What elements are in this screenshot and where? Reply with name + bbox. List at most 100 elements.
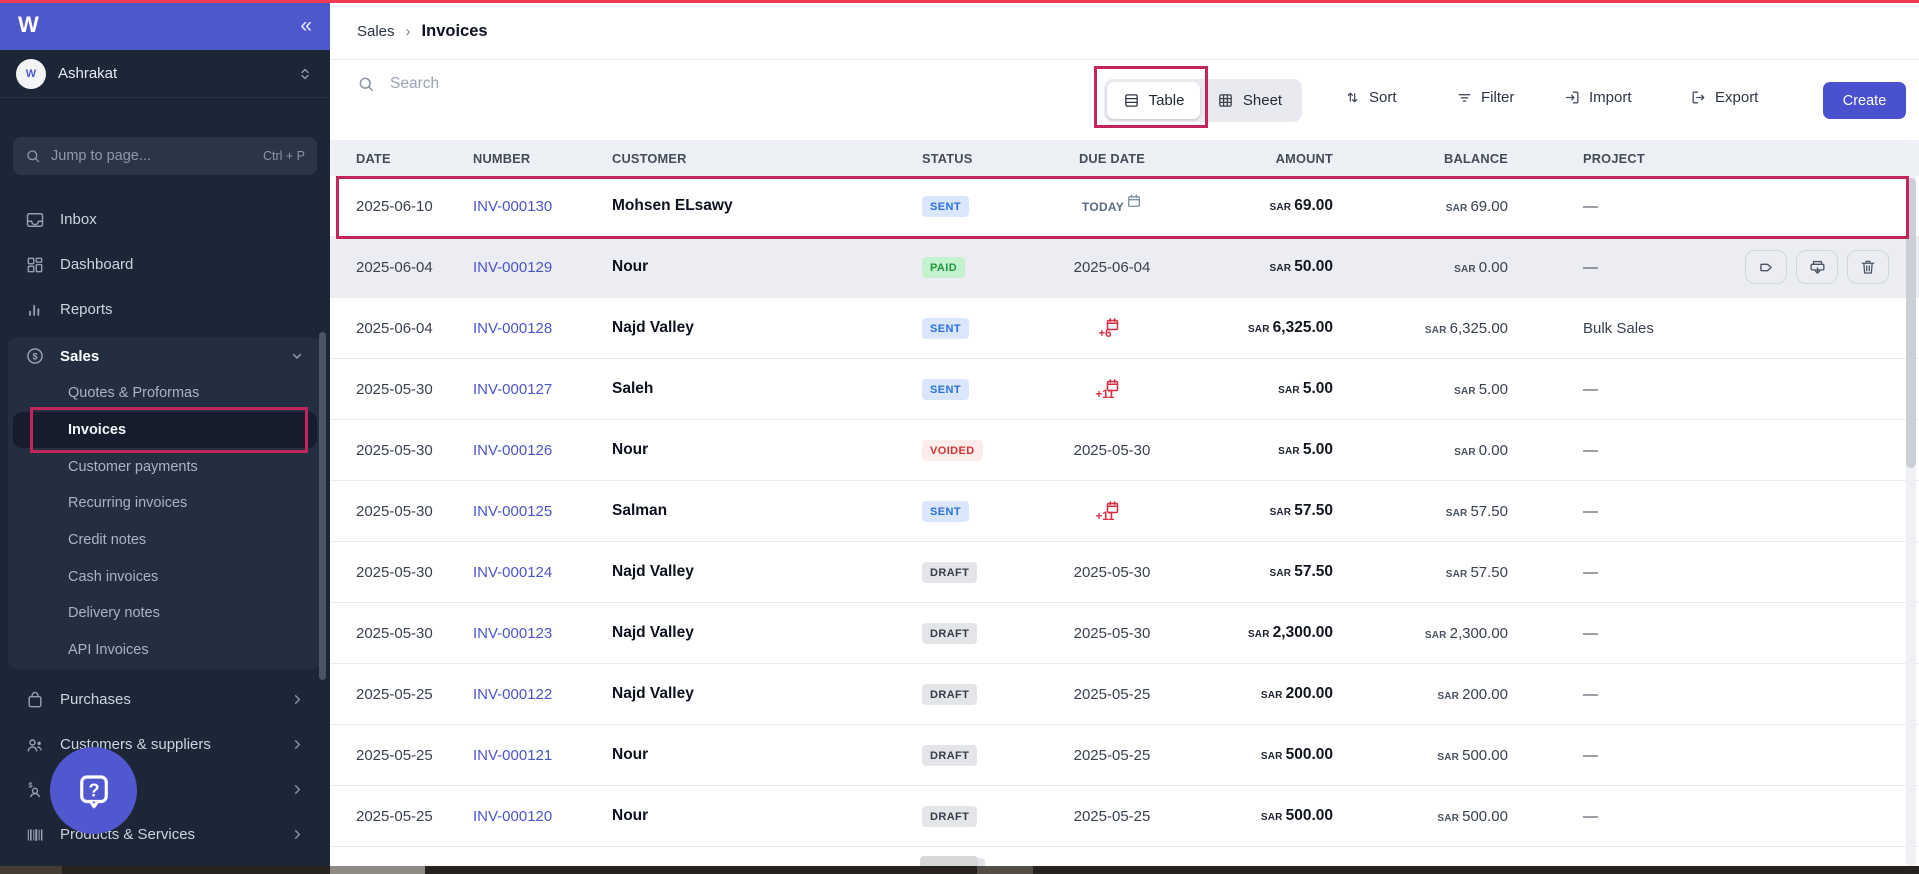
invoice-balance: SAR57.50 bbox=[1333, 503, 1508, 520]
sidebar-header: W « bbox=[0, 0, 330, 50]
sidebar-item-purchases[interactable]: Purchases bbox=[8, 677, 322, 722]
invoice-amount: SAR57.50 bbox=[1172, 563, 1333, 581]
sidebar-subitem-delivery-notes[interactable]: Delivery notes bbox=[13, 595, 317, 632]
search-placeholder: Search bbox=[390, 75, 439, 93]
table-row[interactable]: 2025-06-10 INV-000130 Mohsen ELsawy SENT… bbox=[330, 176, 1919, 237]
jump-to-page-input[interactable]: Jump to page... Ctrl + P bbox=[13, 137, 317, 175]
avatar: W bbox=[16, 59, 46, 89]
main-content: Sales › Invoices Search Table Sheet bbox=[330, 3, 1919, 874]
import-button[interactable]: Import bbox=[1564, 89, 1632, 106]
create-button[interactable]: Create bbox=[1823, 82, 1906, 119]
print-download-button[interactable] bbox=[1796, 250, 1838, 284]
sidebar-subitem-api-invoices[interactable]: API Invoices bbox=[13, 632, 317, 669]
svg-text:$: $ bbox=[32, 351, 37, 361]
view-sheet-button[interactable]: Sheet bbox=[1200, 82, 1299, 119]
table-row[interactable]: 2025-05-30 INV-000127 Saleh SENT +11 SAR… bbox=[330, 359, 1919, 420]
invoice-number-link[interactable]: INV-000129 bbox=[473, 259, 612, 276]
chevron-down-icon bbox=[289, 348, 305, 364]
sidebar-item-customers-suppliers[interactable]: Customers & suppliers bbox=[8, 722, 322, 767]
invoice-number-link[interactable]: INV-000124 bbox=[473, 564, 612, 581]
horizontal-scrollbar-thumb[interactable] bbox=[920, 856, 978, 866]
invoice-number-link[interactable]: INV-000122 bbox=[473, 686, 612, 703]
invoice-amount: SAR2,300.00 bbox=[1172, 624, 1333, 642]
sidebar-scrollbar-thumb[interactable] bbox=[319, 332, 326, 680]
collapse-sidebar-icon[interactable]: « bbox=[300, 15, 312, 36]
invoice-number-link[interactable]: INV-000128 bbox=[473, 320, 612, 337]
due-date: 2025-05-30 bbox=[1074, 625, 1151, 642]
table-row[interactable]: 2025-05-30 INV-000124 Najd Valley DRAFT … bbox=[330, 542, 1919, 603]
status-cell: SENT bbox=[922, 196, 1052, 217]
column-header-due-date[interactable]: DUE DATE bbox=[1052, 151, 1172, 166]
status-badge: SENT bbox=[922, 501, 969, 522]
due-date-cell: TODAY bbox=[1052, 198, 1172, 215]
sidebar-item-label: Sales bbox=[60, 348, 99, 365]
table-row[interactable]: 2025-06-04 INV-000129 Nour PAID 2025-06-… bbox=[330, 237, 1919, 298]
breadcrumb-parent[interactable]: Sales bbox=[357, 23, 395, 40]
search-input[interactable]: Search bbox=[357, 75, 439, 93]
user-expander-icon[interactable] bbox=[296, 65, 314, 83]
due-date-cell: 2025-06-04 bbox=[1052, 259, 1172, 276]
invoice-balance: SAR200.00 bbox=[1333, 686, 1508, 703]
column-header-project[interactable]: PROJECT bbox=[1508, 151, 1919, 166]
view-table-button[interactable]: Table bbox=[1107, 82, 1200, 119]
invoice-date: 2025-06-04 bbox=[356, 320, 473, 337]
invoice-customer: Saleh bbox=[612, 380, 922, 398]
sidebar-subitem-recurring-invoices[interactable]: Recurring invoices bbox=[13, 485, 317, 522]
export-button[interactable]: Export bbox=[1690, 89, 1758, 106]
search-icon bbox=[357, 75, 375, 93]
invoice-number-link[interactable]: INV-000121 bbox=[473, 747, 612, 764]
sidebar-subitem-invoices[interactable]: Invoices bbox=[13, 412, 317, 449]
sort-label: Sort bbox=[1369, 89, 1397, 106]
table-row[interactable]: 2025-05-30 INV-000123 Najd Valley DRAFT … bbox=[330, 603, 1919, 664]
column-header-customer[interactable]: CUSTOMER bbox=[612, 151, 922, 166]
due-date: 2025-05-25 bbox=[1074, 808, 1151, 825]
column-header-balance[interactable]: BALANCE bbox=[1333, 151, 1508, 166]
sidebar-subitem-customer-payments[interactable]: Customer payments bbox=[13, 448, 317, 485]
invoice-number-link[interactable]: INV-000130 bbox=[473, 198, 612, 215]
sidebar-item-label: Inbox bbox=[60, 211, 97, 228]
invoice-number-link[interactable]: INV-000126 bbox=[473, 442, 612, 459]
sidebar-item-label: Purchases bbox=[60, 691, 131, 708]
invoice-number-link[interactable]: INV-000123 bbox=[473, 625, 612, 642]
due-date-cell: 2025-05-30 bbox=[1052, 442, 1172, 459]
user-menu[interactable]: W Ashrakat bbox=[0, 50, 330, 98]
table-row[interactable]: 2025-05-25 INV-000122 Najd Valley DRAFT … bbox=[330, 664, 1919, 725]
help-button[interactable]: ? bbox=[50, 747, 137, 834]
sidebar-subitem-quotes-proformas[interactable]: Quotes & Proformas bbox=[13, 375, 317, 412]
table-row[interactable]: 2025-05-30 INV-000126 Nour VOIDED 2025-0… bbox=[330, 420, 1919, 481]
invoice-number-link[interactable]: INV-000125 bbox=[473, 503, 612, 520]
sidebar-item-dashboard[interactable]: Dashboard bbox=[8, 242, 322, 287]
column-header-date[interactable]: DATE bbox=[356, 151, 473, 166]
sort-button[interactable]: Sort bbox=[1344, 89, 1397, 106]
sidebar-item-sales[interactable]: $ Sales bbox=[8, 337, 322, 375]
sidebar-item-reports[interactable]: Reports bbox=[8, 287, 322, 332]
column-header-status[interactable]: STATUS bbox=[922, 151, 1052, 166]
sidebar-item-inbox[interactable]: Inbox bbox=[8, 197, 322, 242]
invoice-balance: SAR2,300.00 bbox=[1333, 625, 1508, 642]
main-scrollbar-thumb[interactable] bbox=[1906, 178, 1916, 468]
customers-icon bbox=[25, 735, 45, 755]
due-date-cell: 2025-05-30 bbox=[1052, 564, 1172, 581]
column-header-number[interactable]: NUMBER bbox=[473, 151, 612, 166]
sidebar-subitem-credit-notes[interactable]: Credit notes bbox=[13, 522, 317, 559]
sidebar-item-products-services[interactable]: Products & Services bbox=[8, 812, 322, 857]
due-overdue: +11 bbox=[1103, 378, 1122, 401]
table-row[interactable]: 2025-05-30 INV-000125 Salman SENT +11 SA… bbox=[330, 481, 1919, 542]
table-row[interactable]: 2025-05-25 INV-000121 Nour DRAFT 2025-05… bbox=[330, 725, 1919, 786]
delete-button[interactable] bbox=[1847, 250, 1889, 284]
jump-shortcut: Ctrl + P bbox=[263, 149, 305, 163]
invoice-date: 2025-05-25 bbox=[356, 686, 473, 703]
due-date-cell: +11 bbox=[1052, 378, 1172, 401]
sales-subitems: Quotes & ProformasInvoicesCustomer payme… bbox=[8, 375, 322, 669]
table-row[interactable]: 2025-06-04 INV-000128 Najd Valley SENT +… bbox=[330, 298, 1919, 359]
sidebar-item-label: Dashboard bbox=[60, 256, 133, 273]
invoice-date: 2025-06-04 bbox=[356, 259, 473, 276]
sidebar-subitem-cash-invoices[interactable]: Cash invoices bbox=[13, 558, 317, 595]
filter-button[interactable]: Filter bbox=[1456, 89, 1514, 106]
status-cell: PAID bbox=[922, 257, 1052, 278]
invoice-number-link[interactable]: INV-000120 bbox=[473, 808, 612, 825]
table-row[interactable]: 2025-05-25 INV-000120 Nour DRAFT 2025-05… bbox=[330, 786, 1919, 847]
column-header-amount[interactable]: AMOUNT bbox=[1172, 151, 1333, 166]
tag-button[interactable] bbox=[1745, 250, 1787, 284]
invoice-number-link[interactable]: INV-000127 bbox=[473, 381, 612, 398]
